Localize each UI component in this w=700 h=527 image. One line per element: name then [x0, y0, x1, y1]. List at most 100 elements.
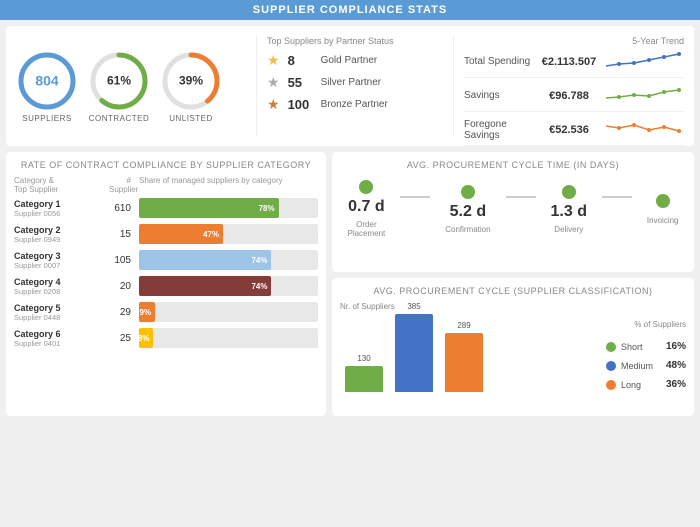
- supplier-class-panel: AVG. PROCUREMENT CYCLE (SUPPLIER CLASSIF…: [332, 278, 694, 416]
- cycle-connector-2: [506, 196, 536, 198]
- pct-label: % of Suppliers: [606, 320, 686, 329]
- cat-bar-area-4: 9%: [139, 302, 318, 322]
- cat-supplier-5: Supplier 0401: [14, 339, 109, 348]
- bar-group-2: 289: [445, 321, 483, 392]
- category-rows: Category 1 Supplier 0056 610 78% Categor…: [14, 198, 318, 348]
- legend-label-2: Long: [621, 380, 641, 390]
- category-row: Category 2 Supplier 0949 15 47%: [14, 224, 318, 244]
- savings-label: Savings: [464, 90, 534, 101]
- cat-name-5: Category 6: [14, 329, 109, 339]
- bar-fill-0: 78%: [139, 198, 279, 218]
- cycle-delivery-label: Delivery: [554, 225, 583, 234]
- cat-num-5: 25: [109, 333, 139, 344]
- unlisted-value: 39%: [179, 74, 203, 87]
- gold-count: 8: [288, 53, 313, 68]
- category-row: Category 1 Supplier 0056 610 78%: [14, 198, 318, 218]
- cat-info-3: Category 4 Supplier 0208: [14, 277, 109, 296]
- cat-num-3: 20: [109, 281, 139, 292]
- foregone-savings-value: €52.536: [534, 124, 604, 136]
- unlisted-gauge-circle: 39%: [160, 50, 222, 112]
- legend-dot-1: [606, 361, 616, 371]
- cycle-connector-1: [400, 196, 430, 198]
- cycle-invoicing-label: Invoicing: [647, 216, 679, 225]
- bronze-name: Bronze Partner: [321, 99, 388, 110]
- bar-fill-5: 8%: [139, 328, 153, 348]
- contracted-label: CONTRACTED: [89, 114, 150, 123]
- cat-supplier-0: Supplier 0056: [14, 209, 109, 218]
- cat-bar-area-5: 8%: [139, 328, 318, 348]
- total-spending-label: Total Spending: [464, 56, 534, 67]
- legend-area: % of Suppliers Short 16% Medium 48% Long…: [606, 302, 686, 408]
- category-row: Category 3 Supplier 0007 105 74%: [14, 250, 318, 270]
- legend-item-2: Long 36%: [606, 379, 686, 390]
- cycle-delivery-value: 1.3 d: [551, 203, 587, 221]
- silver-count: 55: [288, 75, 313, 90]
- suppliers-gauge: 804 SUPPLIERS: [16, 50, 78, 123]
- supplier-class-title: AVG. PROCUREMENT CYCLE (SUPPLIER CLASSIF…: [340, 286, 686, 296]
- bar-fill-4: 9%: [139, 302, 155, 322]
- cat-bar-area-3: 74%: [139, 276, 318, 296]
- class-content: Nr. of Suppliers 130 385 289 % of Suppli…: [340, 302, 686, 408]
- legend-pct-0: 16%: [666, 341, 686, 352]
- compliance-panel: RATE OF CONTRACT COMPLIANCE BY SUPPLIER …: [6, 152, 326, 416]
- gold-star-icon: ★: [267, 52, 280, 69]
- cat-bar-area-2: 74%: [139, 250, 318, 270]
- cycle-items: 0.7 d OrderPlacement 5.2 d Confirmation …: [340, 180, 686, 238]
- cycle-conf-value: 5.2 d: [450, 203, 486, 221]
- silver-star-icon: ★: [267, 74, 280, 91]
- bar-fill-1: 47%: [139, 224, 223, 244]
- cycle-conf-label: Confirmation: [445, 225, 490, 234]
- bar-group-0: 130: [345, 354, 383, 392]
- legend-item-0: Short 16%: [606, 341, 686, 352]
- compliance-title: RATE OF CONTRACT COMPLIANCE BY SUPPLIER …: [14, 160, 318, 170]
- cycle-order-label: OrderPlacement: [347, 220, 385, 238]
- cycle-panel: AVG. PROCUREMENT CYCLE TIME (IN DAYS) 0.…: [332, 152, 694, 272]
- col-header-bar: Share of managed suppliers by category: [139, 176, 318, 194]
- cat-info-0: Category 1 Supplier 0056: [14, 199, 109, 218]
- bar-rect-2: [445, 333, 483, 392]
- partners-title: Top Suppliers by Partner Status: [267, 36, 443, 46]
- bar-value-label-0: 130: [357, 354, 370, 363]
- bottom-section: RATE OF CONTRACT COMPLIANCE BY SUPPLIER …: [6, 152, 694, 416]
- legend-dot-2: [606, 380, 616, 390]
- cat-info-1: Category 2 Supplier 0949: [14, 225, 109, 244]
- legend-item-1: Medium 48%: [606, 360, 686, 371]
- cycle-order-value: 0.7 d: [348, 198, 384, 216]
- cat-name-1: Category 2: [14, 225, 109, 235]
- cat-info-5: Category 6 Supplier 0401: [14, 329, 109, 348]
- cycle-dot-invoicing: [656, 194, 670, 208]
- cat-info-4: Category 5 Supplier 0448: [14, 303, 109, 322]
- col-header-num: # Supplier: [109, 176, 139, 194]
- cat-supplier-1: Supplier 0949: [14, 235, 109, 244]
- cat-num-1: 15: [109, 229, 139, 240]
- silver-partner-row: ★ 55 Silver Partner: [267, 74, 443, 91]
- cat-supplier-2: Supplier 0007: [14, 261, 109, 270]
- foregone-savings-label: Foregone Savings: [464, 119, 534, 141]
- gauges-area: 804 SUPPLIERS 61% CONTRACTED: [16, 36, 256, 136]
- trends-section: 5-Year Trend Total Spending €2.113.507 S…: [454, 36, 684, 136]
- contracted-value: 61%: [107, 74, 131, 87]
- bar-group-1: 385: [395, 302, 433, 392]
- bar-rect-1: [395, 314, 433, 392]
- category-row: Category 5 Supplier 0448 29 9%: [14, 302, 318, 322]
- total-spending-row: Total Spending €2.113.507: [464, 50, 684, 78]
- compliance-table-header: Category &Top Supplier # Supplier Share …: [14, 176, 318, 194]
- cycle-dot-order: [359, 180, 373, 194]
- cycle-delivery: 1.3 d Delivery: [551, 185, 587, 234]
- bar-chart-wrapper: Nr. of Suppliers 130 385 289: [340, 302, 596, 408]
- contracted-gauge: 61% CONTRACTED: [88, 50, 150, 123]
- cat-supplier-4: Supplier 0448: [14, 313, 109, 322]
- partners-section: Top Suppliers by Partner Status ★ 8 Gold…: [256, 36, 454, 136]
- bar-rect-0: [345, 366, 383, 392]
- total-spending-chart: [604, 50, 684, 73]
- suppliers-gauge-circle: 804: [16, 50, 78, 112]
- col-header-cat: Category &Top Supplier: [14, 176, 109, 194]
- suppliers-label: SUPPLIERS: [22, 114, 71, 123]
- bronze-partner-row: ★ 100 Bronze Partner: [267, 96, 443, 113]
- cat-info-2: Category 3 Supplier 0007: [14, 251, 109, 270]
- legend-pct-1: 48%: [666, 360, 686, 371]
- cycle-dot-conf: [461, 185, 475, 199]
- bronze-star-icon: ★: [267, 96, 280, 113]
- cat-name-2: Category 3: [14, 251, 109, 261]
- gold-name: Gold Partner: [321, 55, 378, 66]
